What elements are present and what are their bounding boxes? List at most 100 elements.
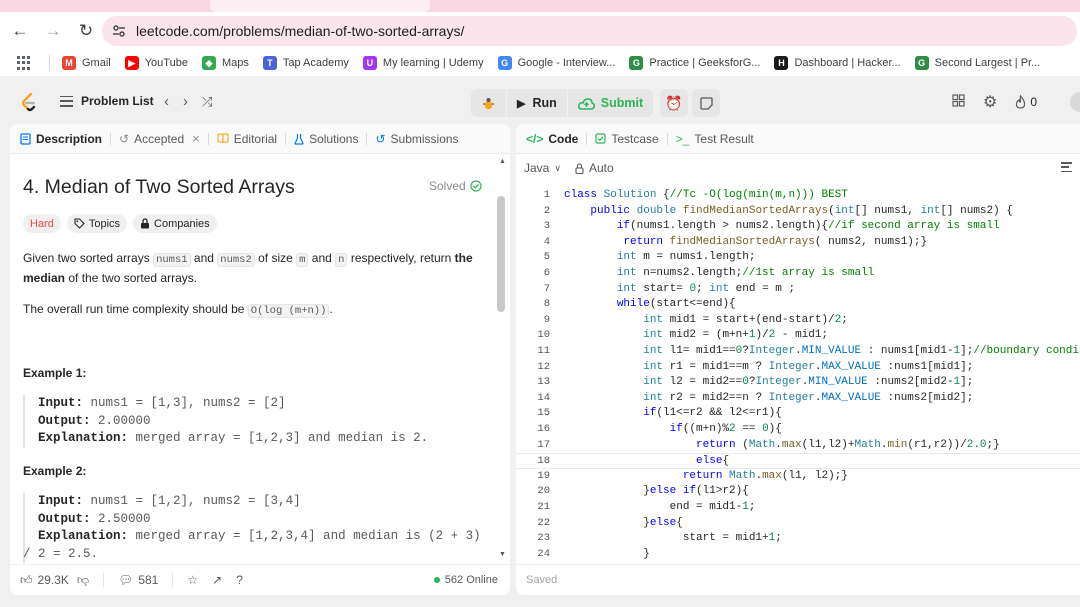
debug-button[interactable]	[471, 89, 506, 117]
leetcode-navbar: Problem List ‹ › ⤮ ▶ Run Submit ⏰ ⚙ 0	[0, 82, 1080, 122]
bookmark-6[interactable]: G Practice | GeeksforG...	[629, 56, 760, 70]
bookmark-2[interactable]: ◆ Maps	[201, 56, 249, 70]
reload-button[interactable]: ↻	[70, 15, 102, 47]
statement-text: and	[190, 251, 218, 265]
code-line[interactable]: 16 if((m+n)%2 == 0){	[516, 422, 1080, 438]
topics-chip[interactable]: Topics	[66, 214, 128, 233]
tab-submissions[interactable]: ↺ Submissions	[375, 132, 458, 146]
code-line[interactable]: 5 int m = nums1.length;	[516, 250, 1080, 266]
timer-button[interactable]: ⏰	[660, 89, 688, 117]
description-scrollbar[interactable]	[497, 196, 505, 312]
auto-mode-toggle[interactable]: Auto	[575, 161, 614, 175]
code-line[interactable]: 24 }	[516, 547, 1080, 560]
active-tab[interactable]	[210, 0, 430, 12]
code-line[interactable]: 13 int l2 = mid2==0?Integer.MIN_VALUE :n…	[516, 375, 1080, 391]
explanation-label: Explanation:	[38, 431, 129, 445]
code-line[interactable]: 2 public double findMedianSortedArrays(i…	[516, 204, 1080, 220]
code-line[interactable]: 12 int r1 = mid1==m ? Integer.MAX_VALUE …	[516, 360, 1080, 376]
youtube-icon: ▶	[124, 56, 139, 70]
dislike-button[interactable]: 👎︎	[77, 573, 89, 588]
code-line[interactable]: 21 end = mid1-1;	[516, 500, 1080, 516]
tab-accepted[interactable]: ↺ Accepted ×	[119, 131, 200, 146]
code-line[interactable]: 19 return Math.max(l1, l2);}	[516, 469, 1080, 485]
editor-menu-icon[interactable]	[1061, 162, 1072, 172]
tab-description[interactable]: Description	[20, 132, 102, 146]
next-problem-button[interactable]: ›	[183, 93, 188, 110]
code-line[interactable]: 7 int start= 0; int end = m ;	[516, 282, 1080, 298]
complexity-statement: The overall run time complexity should b…	[23, 300, 483, 320]
url-text[interactable]: leetcode.com/problems/median-of-two-sort…	[136, 23, 464, 39]
random-problem-button[interactable]: ⤮	[202, 94, 212, 110]
code-text: }else if(l1>r2){	[564, 485, 749, 498]
bookmark-3[interactable]: T Tap Academy	[262, 56, 349, 70]
line-number: 20	[537, 485, 550, 498]
companies-chip[interactable]: Companies	[133, 214, 217, 233]
code-line[interactable]: 11 int l1= mid1==0?Integer.MIN_VALUE : n…	[516, 344, 1080, 360]
output-label: Output:	[38, 413, 91, 428]
code-line[interactable]: 15 if(l1<=r2 && l2<=r1){	[516, 406, 1080, 422]
tab-test-result[interactable]: >_ Test Result	[676, 132, 754, 146]
site-info-button[interactable]	[108, 20, 130, 42]
tab-testcase[interactable]: Testcase	[595, 132, 659, 146]
bookmark-label: Practice | GeeksforG...	[649, 57, 761, 69]
difficulty-badge: Hard	[23, 214, 61, 233]
tab-solutions[interactable]: Solutions	[294, 132, 358, 146]
code-line[interactable]: 18 else{	[516, 453, 1080, 469]
notes-button[interactable]	[692, 89, 720, 117]
back-button[interactable]: ←	[4, 15, 36, 47]
comments-button[interactable]: 💬︎ 581	[118, 573, 158, 587]
code-line[interactable]: 10 int mid2 = (m+n+1)/2 - mid1;	[516, 328, 1080, 344]
code-line[interactable]: 4 return findMedianSortedArrays( nums2, …	[516, 235, 1080, 251]
code-text: end = mid1-1;	[564, 501, 756, 513]
settings-button[interactable]: ⚙	[983, 92, 997, 112]
forward-button[interactable]: →	[37, 15, 69, 47]
like-button[interactable]: 👍︎ 29.3K	[20, 573, 69, 588]
leetcode-logo-icon[interactable]	[20, 92, 38, 112]
tab-editorial[interactable]: Editorial	[217, 132, 277, 146]
code-line[interactable]: 23 start = mid1+1;	[516, 531, 1080, 547]
close-icon[interactable]: ×	[192, 131, 200, 146]
bookmark-4[interactable]: U My learning | Udemy	[362, 56, 484, 70]
statement-text: of the two sorted arrays.	[65, 271, 198, 285]
code-line[interactable]: 8 while(start<=end){	[516, 297, 1080, 313]
code-line[interactable]: 1 class Solution {//Tc -O(log(min(m,n))) …	[516, 188, 1080, 204]
bookmark-0[interactable]: M Gmail	[62, 56, 111, 70]
layout-button[interactable]	[952, 94, 965, 110]
bookmark-5[interactable]: G Google - Interview...	[497, 56, 615, 70]
inline-code: m	[296, 253, 309, 267]
tab-code[interactable]: </> Code	[526, 132, 578, 146]
scroll-down-arrow[interactable]: ▼	[499, 551, 506, 558]
run-button[interactable]: ▶ Run	[506, 89, 567, 117]
line-number: 19	[537, 469, 550, 482]
streak-counter[interactable]: 0	[1015, 95, 1037, 109]
bookmark-1[interactable]: ▶ YouTube	[124, 56, 188, 70]
line-number: 12	[537, 360, 550, 373]
code-text: int mid2 = (m+n+1)/2 - mid1;	[643, 329, 829, 342]
code-line[interactable]: 22 }else{	[516, 516, 1080, 532]
apps-grid-icon[interactable]	[17, 56, 31, 70]
code-line[interactable]: 14 int r2 = mid2==n ? Integer.MAX_VALUE …	[516, 391, 1080, 407]
code-line[interactable]: 3 if(nums1.length > nums2.length){//if s…	[516, 219, 1080, 235]
input-value: nums1 = [1,3], nums2 = [2]	[90, 396, 286, 410]
submit-button[interactable]: Submit	[566, 89, 653, 117]
bookmark-8[interactable]: G Second Largest | Pr...	[914, 56, 1040, 70]
favorite-button[interactable]: ☆	[187, 573, 198, 587]
code-line[interactable]: 20 }else if(l1>r2){	[516, 484, 1080, 500]
omnibox[interactable]: leetcode.com/problems/median-of-two-sort…	[102, 16, 1077, 46]
code-line[interactable]: 6 int n=nums2.length;//1st array is smal…	[516, 266, 1080, 282]
problem-list-button[interactable]: Problem List	[60, 94, 154, 108]
code-editor[interactable]: 1 class Solution {//Tc -O(log(min(m,n))) …	[516, 188, 1080, 560]
output-label: Output:	[38, 511, 91, 526]
scroll-up-arrow[interactable]: ▲	[499, 158, 506, 165]
code-line[interactable]: 9 int mid1 = start+(end-start)/2;	[516, 313, 1080, 329]
previous-problem-button[interactable]: ‹	[164, 93, 169, 110]
arrow-right-icon: →	[44, 21, 62, 40]
language-selector[interactable]: Java ∨	[524, 161, 561, 175]
share-icon: ↗	[212, 573, 223, 587]
bookmark-7[interactable]: H Dashboard | Hacker...	[774, 56, 901, 70]
share-button[interactable]: ↗	[212, 573, 222, 587]
input-label: Input:	[38, 396, 84, 410]
help-button[interactable]: ?	[236, 573, 243, 587]
code-line[interactable]: 17 return (Math.max(l1,l2)+Math.min(r1,r…	[516, 438, 1080, 454]
description-panel: Description ↺ Accepted × Editorial Solut…	[10, 124, 510, 595]
